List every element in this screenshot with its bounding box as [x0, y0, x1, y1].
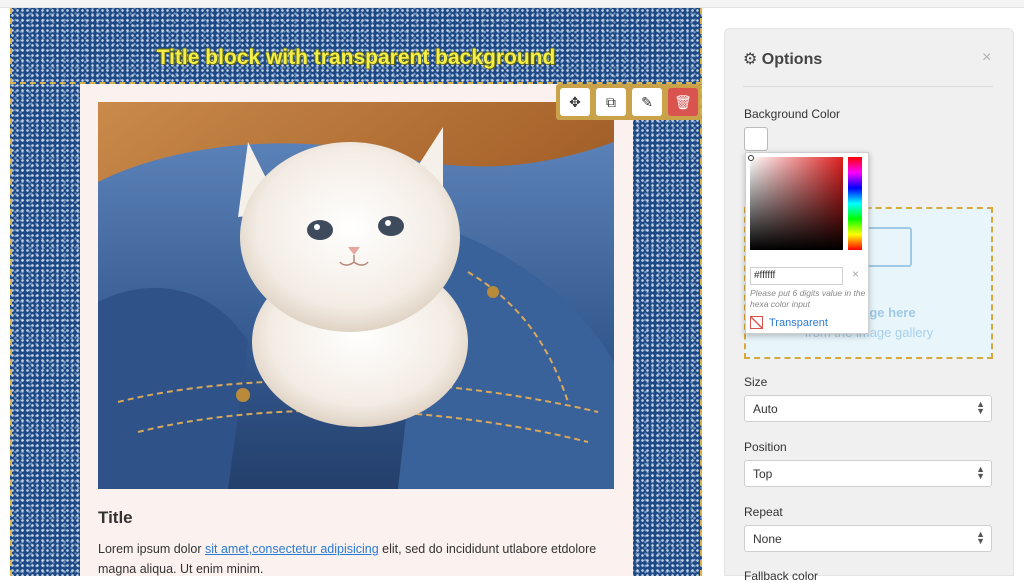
top-bar: [0, 0, 1024, 8]
hex-color-input[interactable]: #ffffff: [750, 267, 843, 285]
kitten-image[interactable]: [98, 102, 614, 489]
article-title[interactable]: Title: [98, 508, 133, 528]
title-block[interactable]: Title block with transparent background: [10, 8, 702, 82]
position-label: Position: [744, 440, 787, 454]
clear-color-icon[interactable]: ×: [852, 267, 859, 281]
move-icon: ✥: [569, 93, 581, 110]
color-picker: #ffffff × Please put 6 digits value in t…: [745, 152, 869, 334]
hue-slider[interactable]: [848, 157, 862, 250]
position-value: Top: [753, 467, 773, 481]
article-body-text-1: Lorem ipsum dolor: [98, 542, 205, 556]
position-select[interactable]: Top ▲ ▼: [744, 460, 992, 487]
close-icon[interactable]: ×: [982, 49, 991, 67]
duplicate-button[interactable]: ⧉: [596, 88, 626, 116]
repeat-select[interactable]: None ▲ ▼: [744, 525, 992, 552]
transparent-label: Transparent: [769, 316, 828, 329]
transparent-icon: [750, 316, 763, 329]
move-button[interactable]: ✥: [560, 88, 590, 116]
transparent-option[interactable]: Transparent: [750, 316, 828, 329]
pencil-icon: ✎: [641, 93, 653, 110]
fallback-color-label: Fallback color: [744, 569, 819, 583]
repeat-value: None: [753, 532, 782, 546]
article-link[interactable]: sit amet,consectetur adipisicing: [205, 542, 379, 556]
background-color-label: Background Color: [744, 107, 841, 121]
size-label: Size: [744, 375, 768, 389]
panel-header: ⚙ Options: [743, 49, 822, 69]
gear-icon: ⚙: [743, 51, 758, 68]
saturation-area[interactable]: [748, 155, 843, 250]
select-arrows-icon: ▲ ▼: [976, 464, 985, 481]
article-body[interactable]: Lorem ipsum dolor sit amet,consectetur a…: [98, 539, 598, 576]
select-arrows-icon: ▲ ▼: [976, 399, 985, 416]
trash-icon: 🗑: [674, 93, 692, 110]
edit-button[interactable]: ✎: [632, 88, 662, 116]
panel-divider: [743, 86, 993, 87]
saturation-handle[interactable]: [748, 155, 754, 161]
email-canvas[interactable]: Title block with transparent background: [10, 8, 702, 576]
panel-title: Options: [761, 51, 823, 68]
content-block[interactable]: Title Lorem ipsum dolor sit amet,consect…: [80, 84, 633, 576]
size-value: Auto: [753, 402, 778, 416]
select-arrows-icon: ▲ ▼: [976, 529, 985, 546]
options-panel: ⚙ Options × Background Color our image h…: [724, 28, 1014, 583]
delete-button[interactable]: 🗑: [668, 88, 698, 116]
title-block-text[interactable]: Title block with transparent background: [10, 46, 702, 70]
block-toolbar: ✥ ⧉ ✎ 🗑: [556, 84, 702, 120]
background-color-swatch[interactable]: [744, 127, 768, 151]
repeat-label: Repeat: [744, 505, 783, 519]
duplicate-icon: ⧉: [606, 93, 616, 110]
image-icon: [866, 227, 912, 267]
size-select[interactable]: Auto ▲ ▼: [744, 395, 992, 422]
hex-hint: Please put 6 digits value in the hexa co…: [750, 288, 866, 309]
